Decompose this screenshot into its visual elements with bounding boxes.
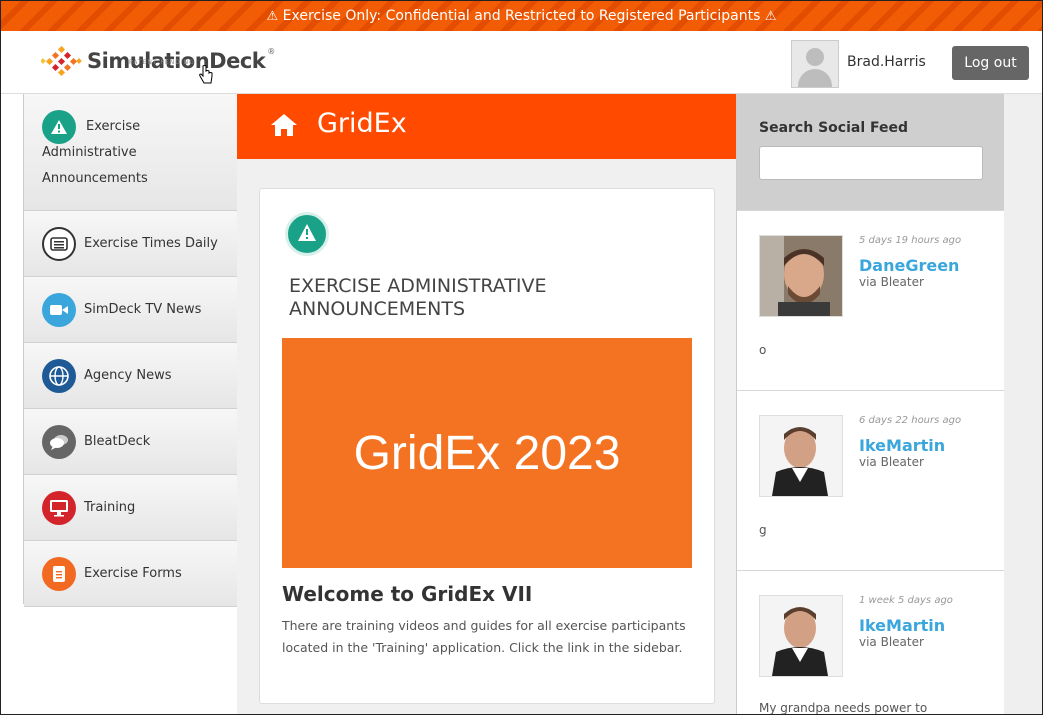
logo-diamond-icon	[40, 45, 83, 77]
feed-post[interactable]: 1 week 5 days ago IkeMartin via Bleater …	[737, 570, 1005, 715]
card-title: EXERCISE ADMINISTRATIVE ANNOUNCEMENTS	[289, 275, 547, 320]
post-time: 5 days 19 hours ago	[859, 235, 962, 246]
warning-icon: ⚠	[764, 9, 777, 24]
feed-search-panel: Search Social Feed	[737, 94, 1005, 210]
post-author[interactable]: DaneGreen	[859, 256, 959, 275]
sidebar: Exercise Administrative Announcements Ex…	[23, 94, 239, 607]
sidebar-item-exercise-administrative-announcements[interactable]: Exercise Administrative Announcements	[24, 94, 238, 211]
sidebar-item-simdeck-tv-news[interactable]: SimDeck TV News	[24, 277, 238, 343]
post-time: 6 days 22 hours ago	[859, 415, 962, 426]
hand-cursor-icon	[199, 65, 213, 84]
registered-mark: ®	[267, 47, 276, 56]
header: SimulationDeck ® PATENT PENDING Brad.Har…	[1, 31, 1042, 94]
sidebar-item-label: Announcements	[42, 171, 148, 186]
welcome-body: There are training videos and guides for…	[282, 618, 686, 655]
post-time: 1 week 5 days ago	[859, 595, 953, 606]
sidebar-item-label: BleatDeck	[84, 434, 151, 449]
gridex-banner-image: GridEx 2023	[282, 338, 692, 568]
sidebar-item-training[interactable]: Training	[24, 475, 238, 541]
author-avatar[interactable]	[759, 235, 843, 317]
author-avatar[interactable]	[759, 595, 843, 677]
sidebar-item-exercise-forms[interactable]: Exercise Forms	[24, 541, 238, 607]
sidebar-item-label: Exercise	[86, 119, 141, 134]
page-header: GridEx	[237, 94, 737, 159]
globe-icon	[42, 358, 76, 393]
scroll-gutter[interactable]	[1004, 94, 1042, 714]
post-author[interactable]: IkeMartin	[859, 436, 945, 455]
sidebar-item-label: Administrative	[42, 145, 137, 160]
username[interactable]: Brad.Harris	[847, 54, 926, 70]
confidential-banner: ⚠ Exercise Only: Confidential and Restri…	[1, 1, 1042, 31]
gridex-image-text: GridEx 2023	[353, 426, 621, 480]
sidebar-item-label: Exercise Times Daily	[84, 236, 218, 251]
warning-icon: ⚠	[266, 9, 279, 24]
newspaper-icon	[42, 226, 76, 261]
search-social-feed-input[interactable]	[759, 146, 983, 180]
sidebar-item-label: Training	[84, 500, 136, 515]
speech-bubbles-icon	[42, 424, 76, 459]
search-social-feed-label: Search Social Feed	[759, 120, 908, 136]
post-author[interactable]: IkeMartin	[859, 616, 945, 635]
home-icon[interactable]	[269, 112, 299, 142]
user-avatar[interactable]	[791, 40, 839, 88]
sidebar-item-agency-news[interactable]: Agency News	[24, 343, 238, 409]
social-feed: Search Social Feed 5 days 19 hours ago D…	[736, 94, 1005, 715]
author-avatar[interactable]	[759, 415, 843, 497]
feed-post[interactable]: 6 days 22 hours ago IkeMartin via Bleate…	[737, 390, 1005, 571]
sidebar-item-bleatdeck[interactable]: BleatDeck	[24, 409, 238, 475]
warning-icon	[285, 212, 329, 256]
page-title: GridEx	[317, 108, 407, 139]
post-message: g	[759, 523, 767, 537]
sidebar-item-label: Agency News	[84, 368, 172, 383]
post-source: via Bleater	[859, 275, 924, 289]
post-message: My grandpa needs power to	[759, 701, 928, 715]
sidebar-item-label: SimDeck TV News	[84, 302, 202, 317]
post-source: via Bleater	[859, 455, 924, 469]
app-window: ⚠ Exercise Only: Confidential and Restri…	[0, 0, 1043, 715]
post-message: o	[759, 343, 767, 357]
feed-post[interactable]: 5 days 19 hours ago DaneGreen via Bleate…	[737, 210, 1005, 391]
banner-text: Exercise Only: Confidential and Restrict…	[282, 8, 761, 24]
document-icon	[42, 556, 76, 591]
post-source: via Bleater	[859, 635, 924, 649]
logout-button[interactable]: Log out	[952, 46, 1029, 80]
sidebar-item-exercise-times-daily[interactable]: Exercise Times Daily	[24, 211, 238, 277]
patent-pending-text: PATENT PENDING	[129, 59, 195, 66]
sidebar-item-label: Exercise Forms	[84, 566, 182, 581]
welcome-heading: Welcome to GridEx VII	[282, 582, 533, 606]
video-camera-icon	[42, 292, 76, 327]
monitor-icon	[42, 490, 76, 525]
